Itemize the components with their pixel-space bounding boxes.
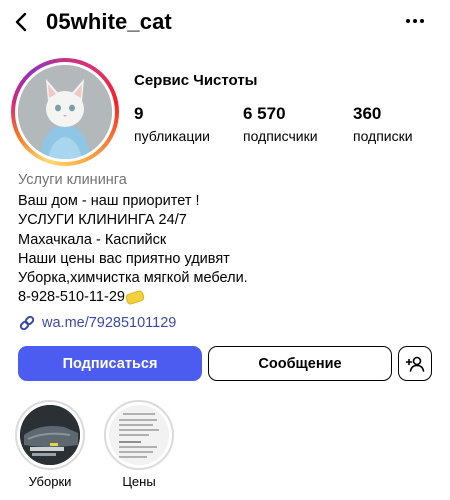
message-button[interactable]: Сообщение: [208, 346, 392, 381]
bio-line: Уборка,химчистка мягкой мебели.: [18, 270, 248, 287]
bio-line: Наши цены вас приятно удивят: [18, 250, 230, 267]
bio-phone: 8-928-510-11-29: [18, 289, 125, 306]
story-ring[interactable]: [11, 58, 119, 166]
bio-line: Ваш дом - наш приоритет !: [18, 193, 200, 209]
more-horizontal-icon: [406, 19, 424, 23]
chevron-left-icon: [15, 12, 27, 32]
following-count: 360: [353, 104, 382, 123]
bio-phone-line: 8-928-510-11-29: [18, 288, 248, 307]
highlight-label: Цены: [122, 474, 156, 489]
posts-count: 9: [134, 104, 144, 123]
followers-label: подписчики: [243, 128, 318, 144]
profile-link[interactable]: wa.me/79285101129: [18, 313, 176, 333]
back-button[interactable]: [10, 10, 34, 34]
bio-line: Махачкала - Каспийск: [18, 231, 167, 248]
price-list-image: [109, 405, 169, 465]
following-stat[interactable]: 360 подписки: [353, 104, 413, 144]
suggested-users-button[interactable]: [398, 346, 432, 381]
top-bar: 05white_cat: [0, 0, 450, 48]
profile-category: Услуги клининга: [18, 172, 127, 188]
link-icon: [19, 315, 35, 331]
sponge-emoji-icon: [124, 289, 146, 306]
person-add-icon: [405, 356, 425, 372]
highlight-label: Уборки: [28, 474, 72, 489]
followers-stat[interactable]: 6 570 подписчики: [243, 104, 318, 144]
highlight-tseny[interactable]: Цены: [104, 400, 174, 489]
followers-count: 6 570: [243, 104, 286, 123]
cleaning-photo-image: [20, 405, 80, 465]
highlight-cover-image: [109, 405, 169, 465]
bio-line: УСЛУГИ КЛИНИНГА 24/7: [18, 212, 187, 229]
cat-avatar-image: [18, 65, 112, 159]
highlight-cover-image: [20, 405, 80, 465]
link-text: wa.me/79285101129: [42, 315, 177, 331]
posts-label: публикации: [134, 128, 210, 144]
avatar: [18, 65, 112, 159]
posts-stat[interactable]: 9 публикации: [134, 104, 210, 144]
display-name: Сервис Чистоты: [134, 72, 258, 89]
following-label: подписки: [353, 128, 413, 144]
highlight-uborki[interactable]: Уборки: [15, 400, 85, 489]
profile-username: 05white_cat: [46, 9, 172, 34]
follow-button[interactable]: Подписаться: [18, 346, 202, 381]
profile-bio: Ваш дом - наш приоритет ! УСЛУГИ КЛИНИНГ…: [18, 192, 248, 308]
more-options-button[interactable]: [402, 14, 428, 28]
